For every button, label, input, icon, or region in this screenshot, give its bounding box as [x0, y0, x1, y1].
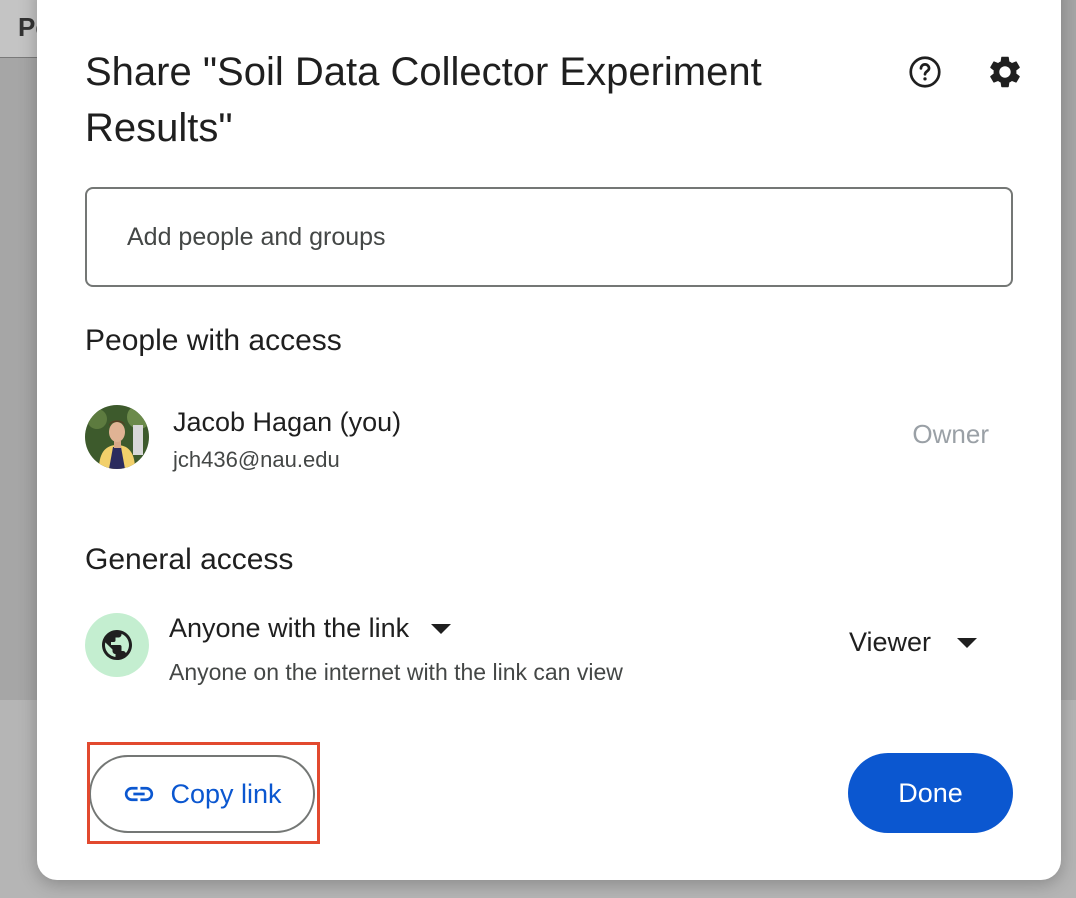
settings-button[interactable]	[983, 50, 1027, 94]
caret-down-icon	[957, 637, 977, 648]
dialog-title: Share "Soil Data Collector Experiment Re…	[85, 50, 762, 150]
copy-link-button[interactable]: Copy link	[89, 755, 315, 833]
person-row: Jacob Hagan (you) jch436@nau.edu Owner	[85, 405, 1013, 472]
link-icon	[125, 786, 154, 802]
link-access-dropdown[interactable]: Anyone with the link	[169, 613, 452, 644]
help-button[interactable]	[903, 50, 947, 94]
add-people-input[interactable]	[85, 187, 1013, 287]
link-access-description: Anyone on the internet with the link can…	[169, 659, 623, 685]
globe-icon	[102, 630, 132, 660]
share-dialog: Share "Soil Data Collector Experiment Re…	[37, 0, 1061, 880]
globe-icon-container	[85, 613, 149, 677]
caret-down-icon	[431, 623, 452, 634]
general-access-row: Anyone with the link Anyone on the inter…	[85, 613, 1013, 693]
person-email: jch436@nau.edu	[173, 447, 340, 472]
copy-link-label: Copy link	[170, 778, 282, 809]
avatar	[85, 405, 149, 469]
link-access-label: Anyone with the link	[169, 613, 410, 643]
help-circle-icon	[909, 56, 941, 88]
done-button[interactable]: Done	[848, 753, 1013, 833]
gear-icon	[990, 56, 1020, 88]
general-access-heading: General access	[85, 543, 294, 576]
person-name: Jacob Hagan (you)	[173, 407, 402, 437]
link-role-dropdown[interactable]: Viewer	[849, 627, 977, 658]
person-role: Owner	[912, 419, 989, 449]
people-with-access-heading: People with access	[85, 324, 342, 357]
link-role-label: Viewer	[848, 627, 931, 657]
